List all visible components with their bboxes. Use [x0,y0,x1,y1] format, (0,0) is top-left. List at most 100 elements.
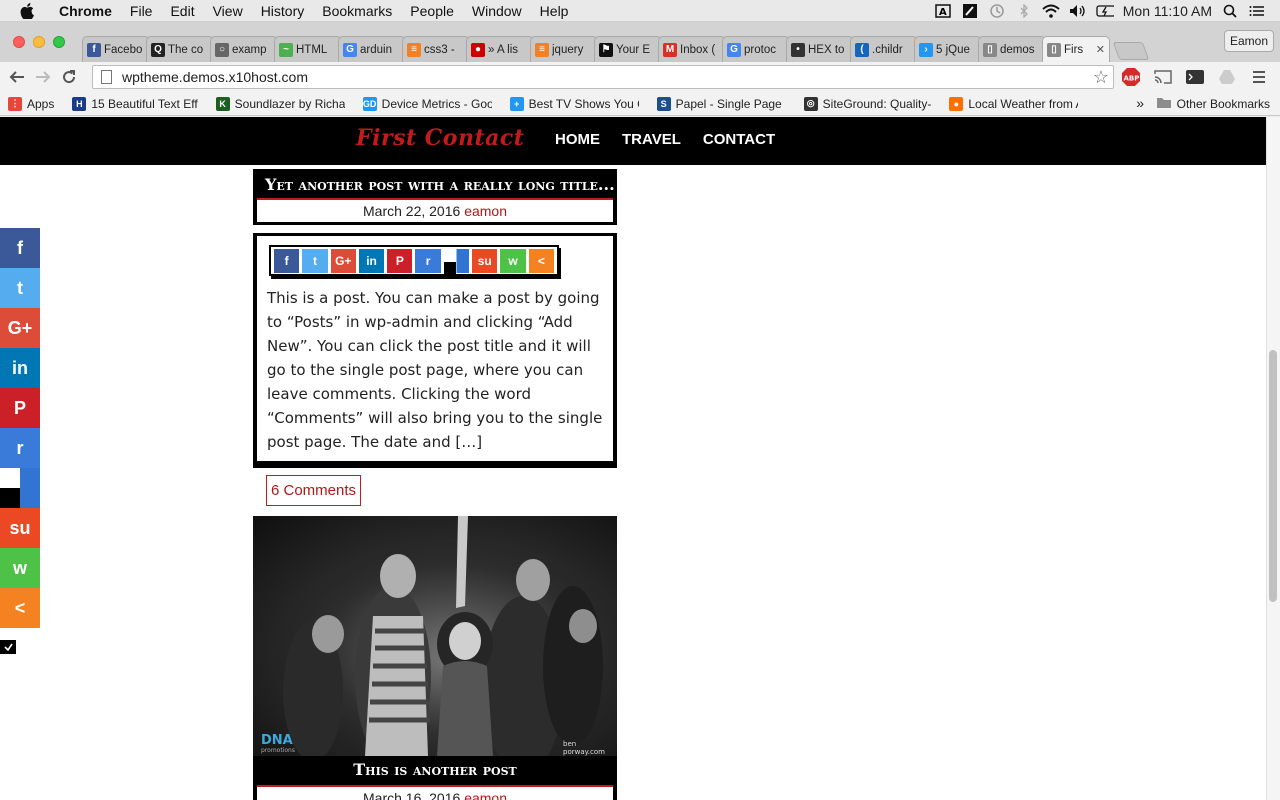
menu-bookmarks[interactable]: Bookmarks [313,3,401,19]
more-share-icon[interactable]: < [0,588,40,628]
menu-view[interactable]: View [204,3,252,19]
bookmark-item[interactable]: GD Device Metrics - Goo [362,96,492,111]
post-date[interactable]: March 22, 2016 [363,203,460,219]
pinterest-share-icon[interactable]: P [387,249,413,273]
bookmark-favicon-icon: S [656,96,671,111]
menu-history[interactable]: History [252,3,314,19]
post-featured-image[interactable]: DNA promotions ben porway.com [253,516,617,756]
battery-icon[interactable] [1096,4,1114,18]
tab[interactable]: ○ examp [210,36,278,62]
cast-icon[interactable] [1152,66,1174,88]
reload-icon[interactable] [56,66,82,88]
tab[interactable]: › 5 jQue [914,36,982,62]
post-title-link[interactable]: Yet another post with a really long titl… [253,175,617,194]
tab[interactable]: ⚑ Your E [594,36,662,62]
site-logo[interactable]: First Contact [356,125,524,151]
spotlight-search-icon[interactable] [1221,4,1239,18]
post-author-link-2[interactable]: eamon [464,790,507,800]
apple-icon[interactable] [20,2,36,19]
pen-status-icon[interactable] [961,3,979,18]
tab[interactable]: ≡ css3 - [402,36,470,62]
terminal-extension-icon[interactable] [1184,66,1206,88]
stumbleupon-share-icon[interactable]: su [0,508,40,548]
minimize-window-button[interactable] [33,36,45,48]
twitter-share-icon[interactable]: t [0,268,40,308]
tab[interactable]: f Facebo [82,36,150,62]
nav-contact-link[interactable]: CONTACT [703,131,775,148]
tab[interactable]: ▯ demos [978,36,1046,62]
google-plus-share-icon[interactable]: G+ [0,308,40,348]
whatsapp-share-icon[interactable]: w [500,249,526,273]
zoom-window-button[interactable] [53,36,65,48]
close-window-button[interactable] [13,36,25,48]
menu-people[interactable]: People [401,3,463,19]
menu-edit[interactable]: Edit [161,3,203,19]
tab[interactable]: Q The co [146,36,214,62]
notification-center-icon[interactable] [1248,4,1266,18]
bookmark-item[interactable]: S Papel - Single Page F [656,96,786,111]
delicious-share-icon[interactable] [443,249,470,274]
linkedin-share-icon[interactable]: in [358,249,385,273]
tab[interactable]: • HEX to [786,36,854,62]
back-arrow-icon[interactable] [4,66,30,88]
scrollbar-thumb[interactable] [1269,350,1277,602]
stumbleupon-share-icon[interactable]: su [472,249,498,273]
apps-shortcut[interactable]: ⋮ Apps [8,96,54,111]
time-machine-icon[interactable] [988,3,1006,18]
volume-icon[interactable] [1069,4,1087,18]
tab-title: 5 jQue [936,43,970,56]
bluetooth-icon[interactable] [1015,3,1033,18]
twitter-share-icon[interactable]: t [302,249,328,273]
hide-share-sidebar-button[interactable] [0,640,16,654]
bookmark-item[interactable]: ● Local Weather from A [949,96,1078,111]
address-bar[interactable]: wptheme.demos.x10host.com ☆ [92,65,1114,89]
nav-home-link[interactable]: HOME [555,131,600,148]
post-date-2[interactable]: March 16, 2016 [363,790,460,800]
facebook-share-icon[interactable]: f [0,228,40,268]
menu-window[interactable]: Window [463,3,531,19]
pinterest-share-icon[interactable]: P [0,388,40,428]
tab[interactable]: ~ HTML [274,36,342,62]
tab[interactable]: (.childr [850,36,918,62]
bookmark-item[interactable]: + Best TV Shows You C [509,96,639,111]
wifi-icon[interactable] [1042,4,1060,18]
vertical-scrollbar[interactable] [1266,117,1280,800]
nav-travel-link[interactable]: TRAVEL [622,131,681,148]
tab[interactable]: Garduin [338,36,406,62]
menu-help[interactable]: Help [531,3,578,19]
accessibility-status-icon[interactable]: A [934,3,952,18]
more-share-icon[interactable]: < [528,249,554,273]
menubar-clock[interactable]: Mon 11:10 AM [1123,3,1212,19]
facebook-share-icon[interactable]: f [274,249,300,273]
post-title-link-2[interactable]: This is another post [253,760,617,779]
tab-active[interactable]: ▯ Firs ✕ [1042,36,1110,62]
profile-button[interactable]: Eamon [1224,30,1274,52]
tab[interactable]: ●» A lis [466,36,534,62]
tab[interactable]: ≡ jquery [530,36,598,62]
tab[interactable]: M Inbox ( [658,36,726,62]
drive-extension-icon[interactable] [1216,66,1238,88]
close-tab-icon[interactable]: ✕ [1096,43,1105,56]
bookmarks-overflow-chevron-icon[interactable]: » [1136,95,1144,111]
tab[interactable]: Gprotoc [722,36,790,62]
google-plus-share-icon[interactable]: G+ [330,249,356,273]
address-bar-url[interactable]: wptheme.demos.x10host.com [122,69,308,85]
forward-arrow-icon[interactable] [30,66,56,88]
menu-app-name[interactable]: Chrome [50,3,121,19]
linkedin-share-icon[interactable]: in [0,348,40,388]
comments-link[interactable]: 6 Comments [266,475,362,506]
bookmark-item[interactable]: K Soundlazer by Richar [215,96,345,111]
adblock-icon[interactable]: ABP [1120,66,1142,88]
menu-file[interactable]: File [121,3,162,19]
bookmark-item[interactable]: H 15 Beautiful Text Eff [72,96,198,111]
chrome-menu-icon[interactable] [1248,66,1270,88]
other-bookmarks-folder[interactable]: Other Bookmarks [1156,96,1270,112]
whatsapp-share-icon[interactable]: w [0,548,40,588]
bookmark-item[interactable]: ◎ SiteGround: Quality- [803,96,931,111]
reddit-share-icon[interactable]: r [0,428,40,468]
delicious-share-icon[interactable] [0,468,40,508]
reddit-share-icon[interactable]: r [415,249,441,273]
post-author-link[interactable]: eamon [464,203,507,219]
bookmark-star-icon[interactable]: ☆ [1093,67,1109,88]
new-tab-button[interactable] [1112,42,1150,60]
